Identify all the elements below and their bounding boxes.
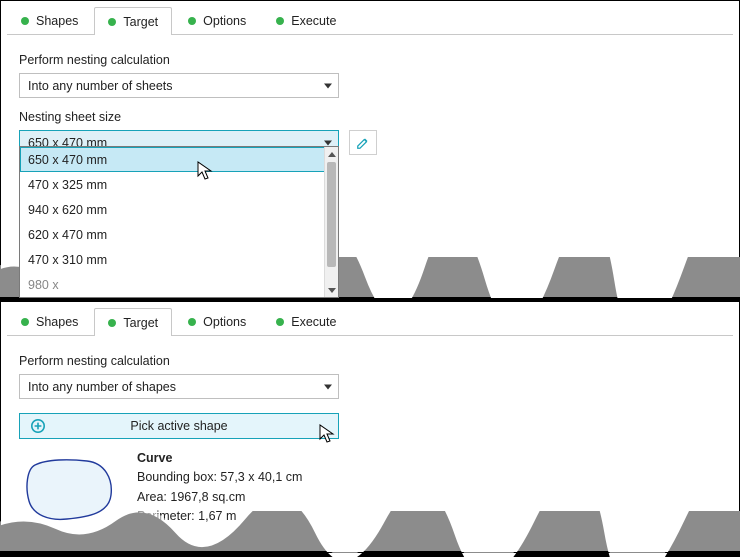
tab-execute[interactable]: Execute <box>262 7 350 35</box>
status-dot-icon <box>108 18 116 26</box>
sheet-size-dropdown: 650 x 470 mm 470 x 325 mm 940 x 620 mm 6… <box>19 146 339 298</box>
dropdown-item-label: 650 x 470 mm <box>28 153 107 167</box>
tab-shapes[interactable]: Shapes <box>7 7 92 35</box>
tab-target[interactable]: Target <box>94 308 172 336</box>
tabbar: Shapes Target Options Execute <box>7 308 733 336</box>
panel-shape-mode: Shapes Target Options Execute Perform ne… <box>0 298 740 553</box>
tab-options[interactable]: Options <box>174 308 260 336</box>
combo-value: Into any number of sheets <box>28 79 173 93</box>
picked-shape-summary: Curve Bounding box: 57,3 x 40,1 cm Area:… <box>19 449 721 529</box>
status-dot-icon <box>188 17 196 25</box>
dropdown-item-label: 620 x 470 mm <box>28 228 107 242</box>
dropdown-item-label: 470 x 325 mm <box>28 178 107 192</box>
chevron-down-icon <box>324 83 332 88</box>
shape-type: Curve <box>137 449 302 468</box>
chevron-down-icon <box>324 140 332 145</box>
tabbar: Shapes Target Options Execute <box>7 7 733 35</box>
target-tab-content: Perform nesting calculation Into any num… <box>1 35 739 155</box>
target-tab-content: Perform nesting calculation Into any num… <box>1 336 739 529</box>
shape-area: Area: 1967,8 sq.cm <box>137 488 302 507</box>
status-dot-icon <box>188 318 196 326</box>
dropdown-item-label: 470 x 310 mm <box>28 253 107 267</box>
tab-label: Options <box>203 14 246 28</box>
scroll-up-icon[interactable] <box>325 147 338 161</box>
pick-button-label: Pick active shape <box>20 419 338 433</box>
dropdown-item[interactable]: 980 x <box>20 272 338 297</box>
tab-label: Execute <box>291 14 336 28</box>
nesting-sheet-size-label: Nesting sheet size <box>19 110 721 124</box>
tab-label: Target <box>123 316 158 330</box>
dropdown-item[interactable]: 650 x 470 mm <box>20 147 338 172</box>
shape-bbox: Bounding box: 57,3 x 40,1 cm <box>137 468 302 487</box>
scroll-thumb[interactable] <box>327 162 336 267</box>
chevron-down-icon <box>324 384 332 389</box>
tab-execute[interactable]: Execute <box>262 308 350 336</box>
dropdown-item[interactable]: 470 x 310 mm <box>20 247 338 272</box>
perform-nesting-combo[interactable]: Into any number of sheets <box>19 73 339 98</box>
tab-options[interactable]: Options <box>174 7 260 35</box>
plus-circle-icon <box>30 418 46 434</box>
scroll-down-icon[interactable] <box>325 283 338 297</box>
shape-perimeter: Perimeter: 1,67 m <box>137 507 302 526</box>
tab-target[interactable]: Target <box>94 7 172 35</box>
tab-shapes[interactable]: Shapes <box>7 308 92 336</box>
tab-label: Shapes <box>36 14 78 28</box>
dropdown-item-label: 980 x <box>28 278 59 292</box>
pick-active-shape-button[interactable]: Pick active shape <box>19 413 339 439</box>
shape-thumbnail <box>19 449 119 529</box>
edit-sheet-size-button[interactable] <box>349 130 377 155</box>
panel-sheet-mode: Shapes Target Options Execute Perform ne… <box>0 0 740 298</box>
shape-info: Curve Bounding box: 57,3 x 40,1 cm Area:… <box>137 449 302 529</box>
dropdown-scrollbar[interactable] <box>324 147 338 297</box>
dropdown-item[interactable]: 620 x 470 mm <box>20 222 338 247</box>
tab-label: Target <box>123 15 158 29</box>
status-dot-icon <box>108 319 116 327</box>
tab-label: Execute <box>291 315 336 329</box>
dropdown-item-label: 940 x 620 mm <box>28 203 107 217</box>
perform-nesting-combo[interactable]: Into any number of shapes <box>19 374 339 399</box>
status-dot-icon <box>21 17 29 25</box>
dropdown-item[interactable]: 940 x 620 mm <box>20 197 338 222</box>
perform-nesting-label: Perform nesting calculation <box>19 53 721 67</box>
combo-value: Into any number of shapes <box>28 380 176 394</box>
perform-nesting-label: Perform nesting calculation <box>19 354 721 368</box>
status-dot-icon <box>21 318 29 326</box>
tab-label: Shapes <box>36 315 78 329</box>
tab-label: Options <box>203 315 246 329</box>
status-dot-icon <box>276 318 284 326</box>
dropdown-item[interactable]: 470 x 325 mm <box>20 172 338 197</box>
pencil-icon <box>356 136 370 150</box>
status-dot-icon <box>276 17 284 25</box>
